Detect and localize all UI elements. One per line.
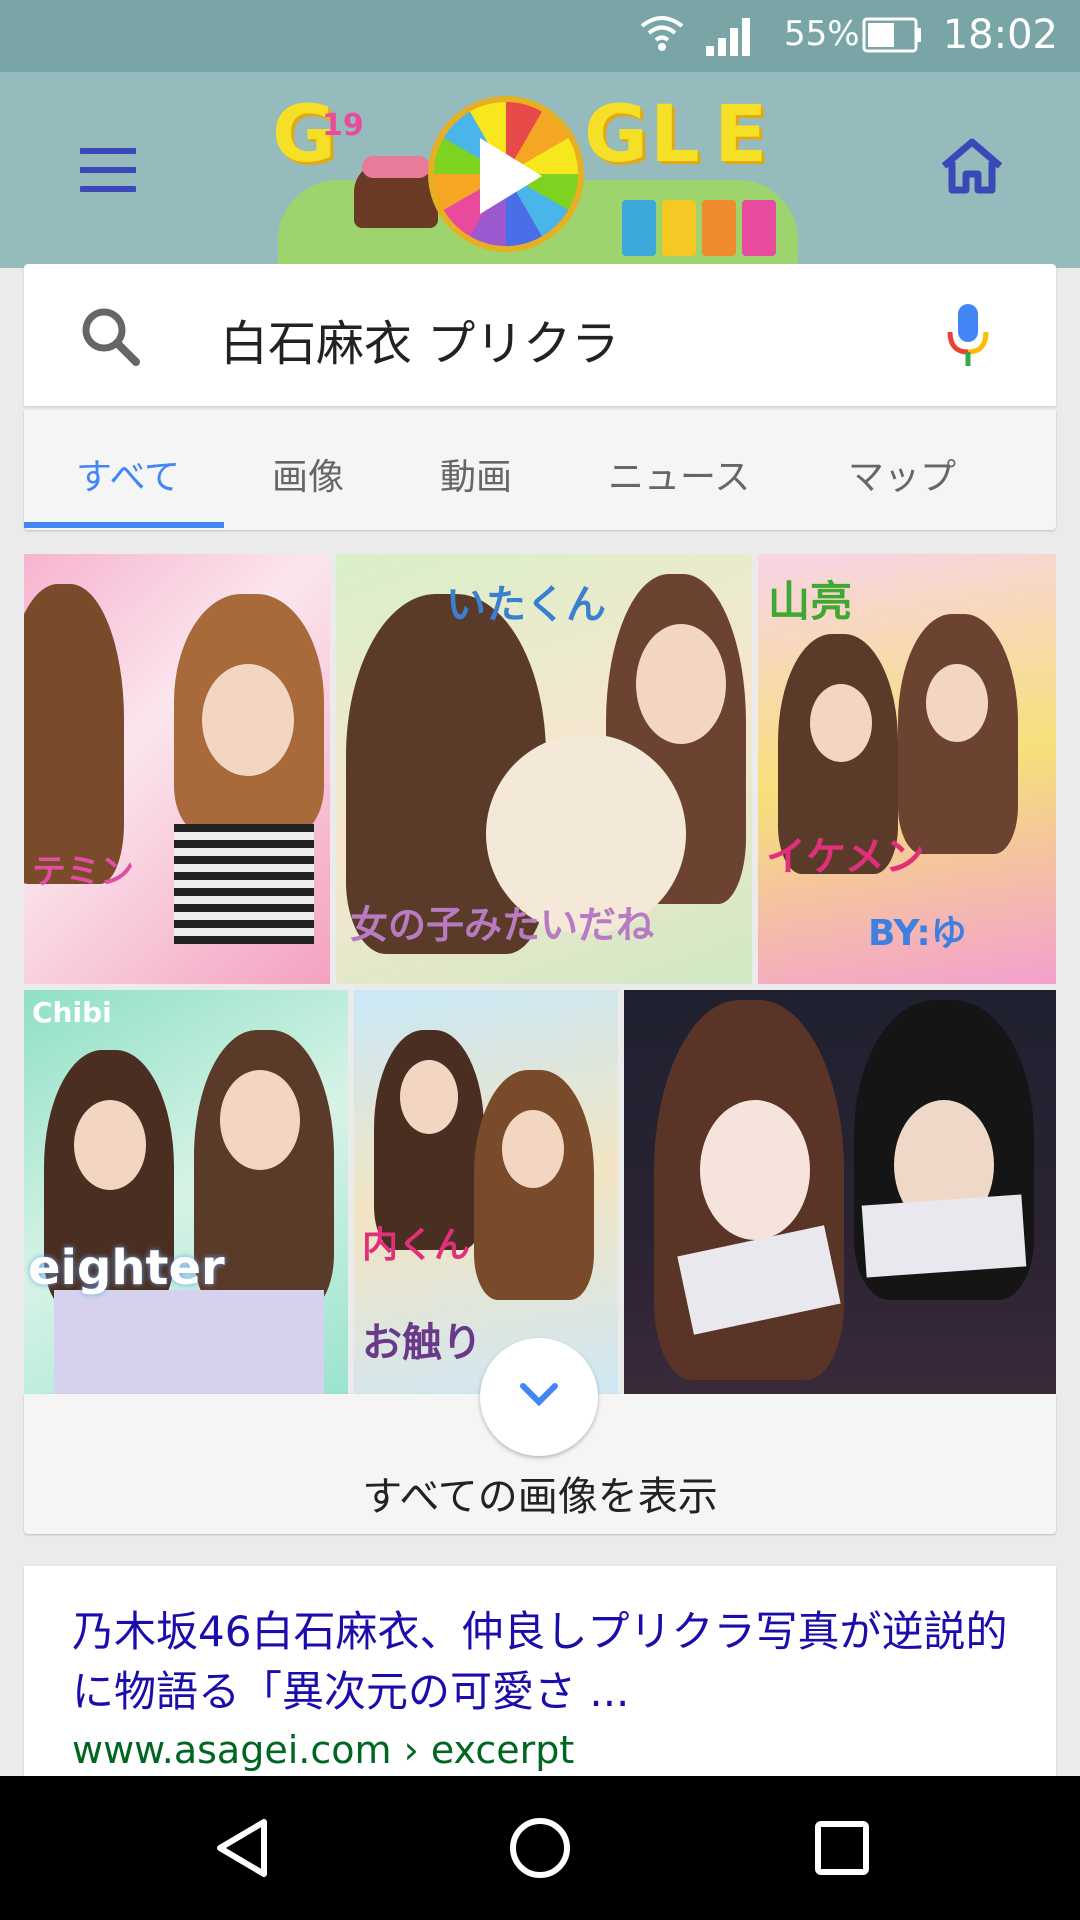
tab-maps[interactable]: マップ [848,448,956,500]
scribble-text: イケメン [766,834,925,880]
doodle-wheel [428,96,584,252]
google-doodle[interactable]: G 19 G L E [266,80,812,290]
tab-images[interactable]: 画像 [272,448,344,500]
mic-icon[interactable] [946,302,990,368]
shirt-shape [174,824,314,944]
tab-news[interactable]: ニュース [608,448,750,500]
battery-icon [862,17,921,53]
status-bar: 55% 18:02 [0,0,1080,72]
doodle-gift [702,200,736,256]
home-button-icon[interactable] [508,1816,572,1880]
search-tabs: すべて 画像 動画 ニュース マップ [24,410,1056,530]
expand-button[interactable] [480,1338,598,1456]
show-all-images-link[interactable]: すべての画像を表示 [24,1464,1056,1522]
face-shape [74,1100,146,1190]
play-icon [480,138,542,214]
uniform-shape [54,1290,324,1394]
tab-all[interactable]: すべて [76,448,180,500]
image-thumbnail[interactable]: いたくん 女の子みたいだね [336,554,752,984]
face-shape [502,1110,564,1188]
chevron-down-icon [520,1383,558,1407]
back-icon[interactable] [212,1816,272,1880]
result-url: www.asagei.com › excerpt [72,1728,575,1772]
image-thumbnail[interactable]: 内くん お触り [354,990,618,1394]
face-shape [202,664,294,776]
battery-percent: 55% [784,14,860,54]
home-icon[interactable] [938,136,1006,196]
result-title-link[interactable]: 乃木坂46白石麻衣、仲良しプリクラ写真が逆説的に物語る「異次元の可愛さ ... [72,1602,1032,1722]
purikura-sticker [861,1194,1027,1278]
search-box[interactable]: 白石麻衣 プリクラ [24,264,1056,406]
face-shape [636,624,726,744]
scribble-text: いたくん [446,582,606,628]
face-shape [220,1070,300,1170]
image-thumbnail[interactable]: テミン [24,554,330,984]
wifi-icon [640,16,684,51]
search-result[interactable]: 乃木坂46白石麻衣、仲良しプリクラ写真が逆説的に物語る「異次元の可愛さ ... … [24,1566,1056,1776]
image-thumbnail[interactable] [624,990,1056,1394]
signal-icon [706,18,750,56]
doodle-gift [622,200,656,256]
scribble-text: テミン [32,852,134,892]
recent-apps-icon[interactable] [814,1820,870,1876]
face-shape [700,1100,810,1240]
hair-shape [24,584,124,884]
face-shape [810,684,872,762]
active-tab-indicator [24,522,224,528]
image-thumbnail[interactable]: Chibi eighter [24,990,348,1394]
clock: 18:02 [942,12,1058,58]
tab-videos[interactable]: 動画 [440,448,512,500]
scribble-text: BY:ゆ [868,913,967,954]
doodle-letter-g2: G [584,90,649,180]
scribble-text: eighter [28,1240,225,1296]
scribble-text: お触り [362,1320,482,1366]
search-icon[interactable] [78,304,142,368]
doodle-gift [662,200,696,256]
image-thumbnail[interactable]: 山亮 イケメン BY:ゆ [758,554,1056,984]
scribble-text: 内くん [362,1225,471,1266]
image-grid: テミン いたくん 女の子みたいだね 山亮 イケメン BY:ゆ Chibi eig… [24,554,1056,1394]
navigation-bar [0,1776,1080,1920]
search-input[interactable]: 白石麻衣 プリクラ [220,304,619,374]
doodle-letter-e: E [714,90,768,180]
doodle-cake [354,156,438,228]
face-shape [400,1060,458,1134]
scribble-text: Chibi [32,996,112,1029]
doodle-gift [742,200,776,256]
face-shape [926,664,988,742]
doodle-letter-l: L [650,90,700,180]
scribble-text: 山亮 [768,577,853,626]
menu-icon[interactable] [80,148,136,192]
doodle-candle: 19 [322,108,364,143]
scribble-text: 女の子みたいだね [350,903,655,947]
